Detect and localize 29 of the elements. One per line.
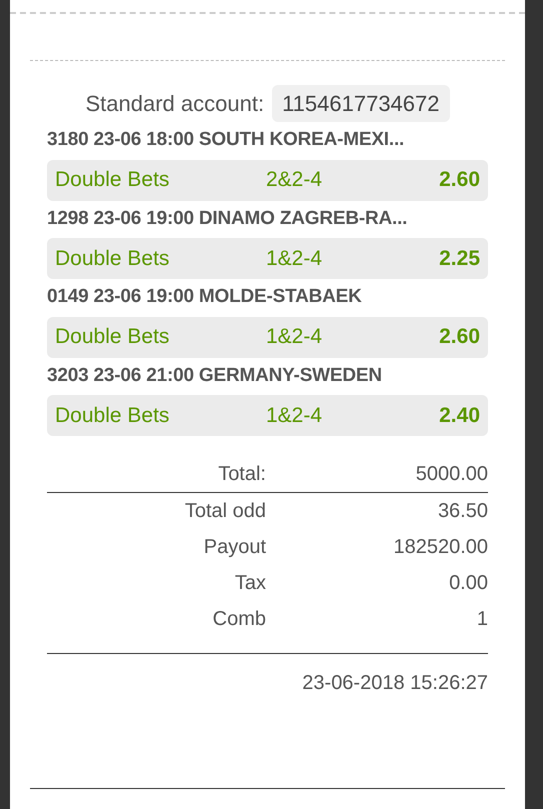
summary-value: 5000.00 [414, 462, 488, 487]
summary-label: Comb [212, 607, 266, 632]
summary-label: Payout [202, 535, 266, 560]
bet-odd: 2.60 [439, 167, 480, 194]
bet-type: Double Bets [55, 402, 170, 429]
bet-pick: 1&2-4 [266, 324, 324, 350]
account-label: Standard account: [85, 90, 264, 118]
summary-value: 0.00 [448, 571, 488, 596]
summary-value: 36.50 [436, 499, 488, 524]
summary-label: Tax [234, 571, 266, 596]
account-number: 1154617734672 [272, 85, 450, 122]
summary-label: Total: [217, 462, 266, 487]
bet-type: Double Bets [55, 324, 170, 350]
summary-value: 182520.00 [392, 535, 488, 560]
bet-pick: 2&2-4 [266, 167, 324, 194]
bet-type: Double Bets [55, 167, 170, 194]
bet-pick: 1&2-4 [266, 246, 324, 272]
match-title: 3180 23-06 18:00 SOUTH KOREA-MEXI... [47, 128, 406, 152]
bet-odd: 2.60 [439, 324, 480, 350]
match-title: 0149 23-06 19:00 MOLDE-STABAEK [47, 285, 363, 309]
bet-odd: 2.25 [439, 246, 480, 272]
summary-value: 1 [476, 607, 488, 632]
bet-odd: 2.40 [439, 402, 480, 429]
timestamp: 23-06-2018 15:26:27 [301, 671, 488, 696]
match-title: 1298 23-06 19:00 DINAMO ZAGREB-RA... [47, 206, 408, 230]
match-title: 3203 23-06 21:00 GERMANY-SWEDEN [47, 364, 383, 388]
summary-label: Total odd [184, 499, 266, 524]
bet-type: Double Bets [55, 246, 170, 272]
bet-pick: 1&2-4 [266, 402, 324, 429]
